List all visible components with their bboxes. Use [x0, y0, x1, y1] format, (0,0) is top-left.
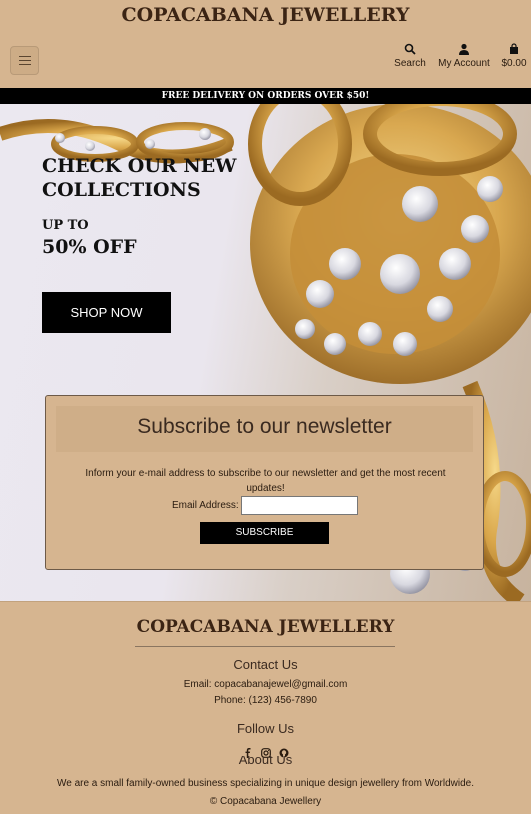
- about-heading: About Us: [238, 756, 293, 767]
- hero-title-line-2: COLLECTIONS: [42, 179, 201, 201]
- contact-phone[interactable]: Phone: (123) 456-7890: [0, 695, 531, 706]
- site-footer: COPACABANA JEWELLERY Contact Us Email: c…: [0, 601, 531, 814]
- account-label: My Account: [438, 58, 490, 69]
- search-label: Search: [394, 58, 426, 69]
- hero-upto: UP TO: [42, 218, 89, 233]
- hero-discount: 50% OFF: [42, 236, 137, 258]
- footer-divider: [135, 646, 395, 647]
- newsletter-description: Inform your e-mail address to subscribe …: [85, 468, 446, 494]
- site-header: COPACABANA JEWELLERY Search My Account $…: [0, 0, 531, 88]
- follow-heading: Follow Us: [236, 721, 295, 736]
- instagram-icon[interactable]: [261, 745, 271, 758]
- shopping-bag-icon: [510, 43, 518, 54]
- cart-link[interactable]: $0.00: [498, 42, 530, 69]
- contact-email[interactable]: Email: copacabanajewel@gmail.com: [0, 679, 531, 690]
- cart-total: $0.00: [501, 58, 527, 69]
- menu-button[interactable]: [10, 46, 39, 75]
- email-input[interactable]: [241, 496, 358, 515]
- subscribe-button[interactable]: SUBSCRIBE: [200, 522, 329, 544]
- facebook-icon[interactable]: [243, 745, 253, 758]
- email-label: Email Address:: [172, 500, 239, 511]
- social-links: [243, 744, 289, 758]
- hero-banner: CHECK OUR NEW COLLECTIONS UP TO 50% OFF …: [0, 104, 531, 601]
- user-icon: [459, 43, 469, 55]
- about-text: We are a small family-owned business spe…: [56, 778, 475, 789]
- promo-banner: FREE DELIVERY ON ORDERS OVER $50!: [0, 88, 531, 104]
- hero-title: CHECK OUR NEW COLLECTIONS: [42, 154, 242, 202]
- hamburger-menu-icon: [18, 56, 31, 65]
- brand-logo[interactable]: COPACABANA JEWELLERY: [0, 4, 531, 26]
- contact-heading: Contact Us: [233, 657, 298, 672]
- copyright: © Copacabana Jewellery: [209, 796, 322, 807]
- newsletter-box: Subscribe to our newsletter Inform your …: [45, 395, 484, 570]
- newsletter-heading: Subscribe to our newsletter: [56, 406, 473, 452]
- shop-now-button[interactable]: SHOP NOW: [42, 292, 171, 333]
- hero-title-line-1: CHECK OUR NEW: [42, 155, 237, 177]
- search-icon: [404, 43, 416, 55]
- github-icon[interactable]: [279, 745, 289, 758]
- footer-brand: COPACABANA JEWELLERY: [136, 617, 395, 637]
- account-link[interactable]: My Account: [434, 42, 494, 69]
- search-link[interactable]: Search: [393, 42, 427, 69]
